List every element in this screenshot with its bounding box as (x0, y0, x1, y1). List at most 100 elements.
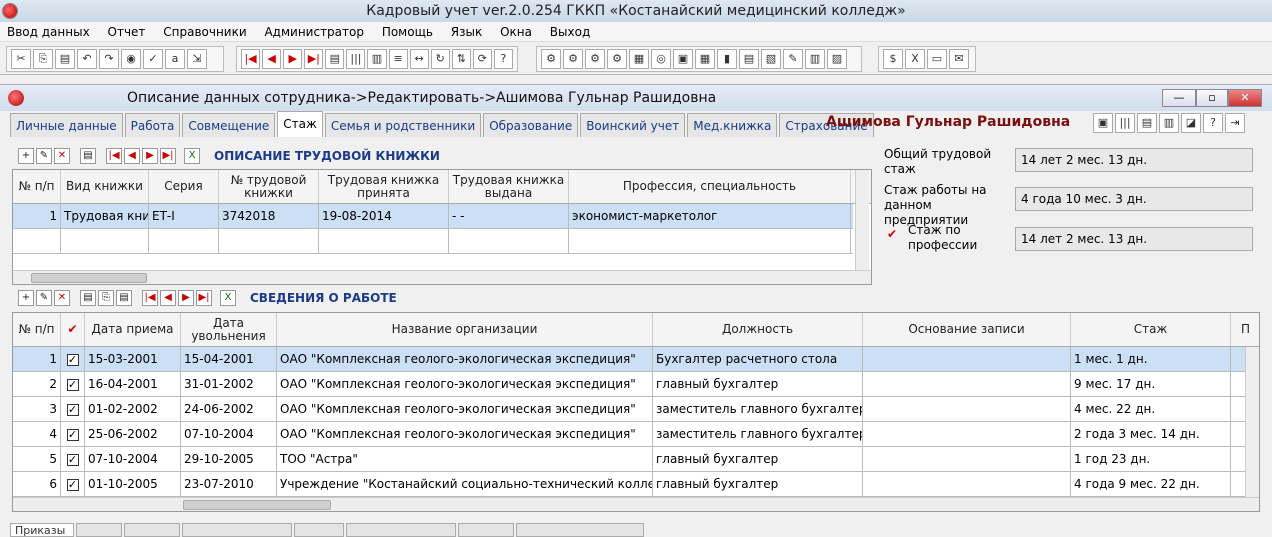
record-icon[interactable]: ▤ (325, 49, 345, 69)
fit-width-icon[interactable]: ↔ (409, 49, 429, 69)
bottom-tab-8[interactable] (516, 523, 644, 537)
tool-3-icon[interactable]: ⚙ (585, 49, 605, 69)
workbook-hscroll[interactable] (13, 270, 871, 284)
copy-icon[interactable]: ⎘ (33, 49, 53, 69)
col-end-date[interactable]: Дата увольнения (181, 313, 277, 346)
redo-icon[interactable]: ↷ (99, 49, 119, 69)
row-checkbox[interactable]: ✓ (66, 478, 79, 491)
row-checkbox[interactable]: ✓ (66, 378, 79, 391)
tab-combination[interactable]: Совмещение (182, 113, 276, 137)
exit-icon[interactable]: ⇥ (1225, 113, 1245, 133)
tab-family[interactable]: Семья и родственники (324, 113, 482, 137)
table-row[interactable]: 5 ✓ 07-10-2004 29-10-2005 ТОО "Астра" главный… (13, 447, 1245, 472)
bottom-tab-3[interactable] (124, 523, 180, 537)
bottom-tab-4[interactable] (182, 523, 292, 537)
tab-personal[interactable]: Личные данные (10, 113, 123, 137)
calendar-icon[interactable]: ▦ (629, 49, 649, 69)
col-check[interactable]: ✔ (61, 313, 85, 346)
menu-item-exit[interactable]: Выход (543, 22, 597, 42)
tool-11-icon[interactable]: ▧ (761, 49, 781, 69)
export-icon[interactable]: ⇲ (187, 49, 207, 69)
edit-icon[interactable]: ✎ (36, 148, 52, 164)
abc-icon[interactable]: a (165, 49, 185, 69)
table-row[interactable]: 4 ✓ 25-06-2002 07-10-2004 ОАО "Комплексная г… (13, 422, 1245, 447)
tool-14-icon[interactable]: ▨ (827, 49, 847, 69)
col-organization[interactable]: Название организации (277, 313, 653, 346)
menu-item-windows[interactable]: Окна (493, 22, 539, 42)
bottom-tab-7[interactable] (458, 523, 514, 537)
lines-icon[interactable]: ≡ (388, 49, 408, 69)
menu-item-report[interactable]: Отчет (101, 22, 153, 42)
barcode-icon[interactable]: ||| (346, 49, 366, 69)
help-icon[interactable]: ? (493, 49, 514, 69)
menu-item-input[interactable]: Ввод данных (0, 22, 97, 42)
col-series[interactable]: Серия (149, 170, 219, 203)
spellcheck-icon[interactable]: ✓ (143, 49, 163, 69)
row-checkbox[interactable]: ✓ (66, 428, 79, 441)
first-record-icon[interactable]: |◀ (241, 49, 261, 69)
col-position[interactable]: Должность (653, 313, 863, 346)
tool-1-icon[interactable]: ⚙ (541, 49, 561, 69)
prev-icon[interactable]: ◀ (160, 290, 176, 306)
bottom-tab-orders[interactable]: Приказы (10, 523, 74, 537)
cut-icon[interactable]: ✂ (11, 49, 31, 69)
table-icon[interactable]: ▦ (695, 49, 715, 69)
row-checkbox[interactable]: ✓ (66, 403, 79, 416)
chart-icon[interactable]: ▮ (717, 49, 737, 69)
minimize-button[interactable]: — (1162, 89, 1196, 107)
bottom-tab-5[interactable] (294, 523, 344, 537)
jobs-vscroll[interactable] (1245, 347, 1259, 497)
first-icon[interactable]: |◀ (142, 290, 158, 306)
add-icon[interactable]: + (18, 290, 34, 306)
card-icon[interactable]: ▤ (1137, 113, 1157, 133)
copy-icon[interactable]: ⎘ (98, 290, 114, 306)
close-button[interactable]: ✕ (1228, 89, 1262, 107)
next-icon[interactable]: ▶ (142, 148, 158, 164)
paste-icon[interactable]: ▤ (116, 290, 132, 306)
table-row[interactable]: 1 Трудовая книж ЕТ-I 3742018 19-08-2014 … (13, 204, 853, 229)
edit-icon[interactable]: ✎ (783, 49, 803, 69)
col-basis[interactable]: Основание записи (863, 313, 1071, 346)
excel-icon[interactable]: X (905, 49, 925, 69)
mail-icon[interactable]: ✉ (949, 49, 969, 69)
workbook-vscroll[interactable] (855, 170, 869, 270)
reload-icon[interactable]: ⟳ (472, 49, 492, 69)
table-row[interactable]: 6 ✓ 01-10-2005 23-07-2010 Учреждение "Костан… (13, 472, 1245, 497)
restore-button[interactable]: ▫ (1196, 89, 1228, 107)
tool-6-icon[interactable]: ◎ (651, 49, 671, 69)
jobs-hscroll[interactable] (13, 497, 1259, 511)
eraser-icon[interactable]: ◪ (1181, 113, 1201, 133)
tool-2-icon[interactable]: ⚙ (563, 49, 583, 69)
prev-record-icon[interactable]: ◀ (262, 49, 282, 69)
barcode-icon[interactable]: ||| (1115, 113, 1135, 133)
table-row[interactable]: 3 ✓ 01-02-2002 24-06-2002 ОАО "Комплексная г… (13, 397, 1245, 422)
tab-stazh[interactable]: Стаж (277, 111, 323, 137)
first-icon[interactable]: |◀ (106, 148, 122, 164)
col-stazh[interactable]: Стаж (1071, 313, 1231, 346)
table-row[interactable]: 2 ✓ 16-04-2001 31-01-2002 ОАО "Комплексная г… (13, 372, 1245, 397)
tab-work[interactable]: Работа (124, 113, 181, 137)
col-accepted[interactable]: Трудовая книжка принята (319, 170, 449, 203)
delete-icon[interactable]: ✕ (54, 290, 70, 306)
col-num[interactable]: № п/п (13, 170, 61, 203)
save-icon[interactable]: ▣ (1093, 113, 1113, 133)
tab-medbook[interactable]: Мед.книжка (687, 113, 778, 137)
col-start-date[interactable]: Дата приема (85, 313, 181, 346)
tab-education[interactable]: Образование (483, 113, 579, 137)
menu-item-references[interactable]: Справочники (156, 22, 253, 42)
monitor-icon[interactable]: ▭ (927, 49, 947, 69)
card-icon[interactable]: ▤ (80, 290, 96, 306)
col-num[interactable]: № п/п (13, 313, 61, 346)
tab-military[interactable]: Воинский учет (580, 113, 686, 137)
scroll-thumb[interactable] (183, 500, 331, 510)
menu-item-help[interactable]: Помощь (375, 22, 440, 42)
last-record-icon[interactable]: ▶| (304, 49, 324, 69)
edit-icon[interactable]: ✎ (36, 290, 52, 306)
last-icon[interactable]: ▶| (196, 290, 212, 306)
col-profession[interactable]: Профессия, специальность (569, 170, 851, 203)
col-book-type[interactable]: Вид книжки (61, 170, 149, 203)
undo-icon[interactable]: ↶ (77, 49, 97, 69)
help-icon[interactable]: ? (1203, 113, 1223, 133)
row-checkbox[interactable]: ✓ (66, 453, 79, 466)
excel-icon[interactable]: X (184, 148, 200, 164)
